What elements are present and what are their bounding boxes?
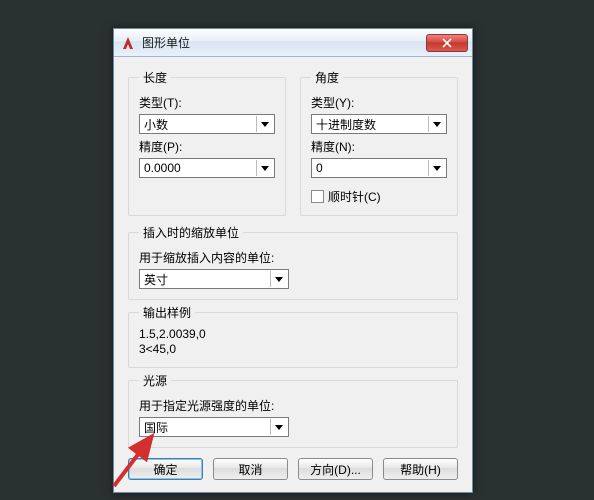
button-row: 确定 取消 方向(D)... 帮助(H) bbox=[128, 458, 458, 480]
close-icon bbox=[442, 38, 452, 48]
close-button[interactable] bbox=[426, 34, 468, 52]
angle-legend: 角度 bbox=[311, 69, 343, 86]
lighting-group: 光源 用于指定光源强度的单位: 国际 bbox=[128, 372, 458, 448]
chevron-down-icon bbox=[270, 271, 286, 287]
units-dialog: 图形单位 长度 类型(T): 小数 精度(P): 0.0000 bbox=[113, 28, 473, 493]
clockwise-row: 顺时针(C) bbox=[311, 188, 447, 205]
lighting-value: 国际 bbox=[144, 419, 168, 436]
chevron-down-icon bbox=[270, 419, 286, 435]
angle-type-value: 十进制度数 bbox=[316, 116, 376, 133]
ok-button[interactable]: 确定 bbox=[128, 458, 203, 480]
sample-legend: 输出样例 bbox=[139, 304, 195, 321]
dialog-title: 图形单位 bbox=[142, 34, 190, 51]
cancel-button[interactable]: 取消 bbox=[213, 458, 288, 480]
angle-group: 角度 类型(Y): 十进制度数 精度(N): 0 顺时针(C) bbox=[300, 69, 458, 216]
help-label: 帮助(H) bbox=[400, 461, 441, 478]
sample-output: 1.5,2.0039,0 3<45,0 bbox=[139, 327, 447, 357]
length-type-label: 类型(T): bbox=[139, 94, 275, 111]
insert-scale-value: 英寸 bbox=[144, 271, 168, 288]
insert-scale-desc: 用于缩放插入内容的单位: bbox=[139, 249, 447, 266]
clockwise-label: 顺时针(C) bbox=[328, 188, 381, 205]
help-button[interactable]: 帮助(H) bbox=[383, 458, 458, 480]
titlebar[interactable]: 图形单位 bbox=[114, 29, 472, 57]
length-legend: 长度 bbox=[139, 69, 171, 86]
direction-button[interactable]: 方向(D)... bbox=[298, 458, 373, 480]
sample-group: 输出样例 1.5,2.0039,0 3<45,0 bbox=[128, 304, 458, 368]
length-precision-select[interactable]: 0.0000 bbox=[139, 158, 275, 178]
chevron-down-icon bbox=[428, 160, 444, 176]
angle-type-label: 类型(Y): bbox=[311, 94, 447, 111]
chevron-down-icon bbox=[428, 116, 444, 132]
lighting-desc: 用于指定光源强度的单位: bbox=[139, 397, 447, 414]
angle-precision-label: 精度(N): bbox=[311, 138, 447, 155]
length-group: 长度 类型(T): 小数 精度(P): 0.0000 bbox=[128, 69, 286, 216]
angle-precision-value: 0 bbox=[316, 161, 323, 175]
ok-label: 确定 bbox=[153, 461, 177, 478]
insert-scale-legend: 插入时的缩放单位 bbox=[139, 224, 243, 241]
chevron-down-icon bbox=[256, 160, 272, 176]
lighting-legend: 光源 bbox=[139, 372, 171, 389]
lighting-select[interactable]: 国际 bbox=[139, 417, 289, 437]
autocad-icon bbox=[120, 35, 136, 51]
cancel-label: 取消 bbox=[238, 461, 262, 478]
length-type-select[interactable]: 小数 bbox=[139, 114, 275, 134]
angle-precision-select[interactable]: 0 bbox=[311, 158, 447, 178]
length-precision-value: 0.0000 bbox=[144, 161, 181, 175]
clockwise-checkbox[interactable] bbox=[311, 190, 324, 203]
insert-scale-group: 插入时的缩放单位 用于缩放插入内容的单位: 英寸 bbox=[128, 224, 458, 300]
insert-scale-select[interactable]: 英寸 bbox=[139, 269, 289, 289]
length-type-value: 小数 bbox=[144, 116, 168, 133]
length-precision-label: 精度(P): bbox=[139, 138, 275, 155]
chevron-down-icon bbox=[256, 116, 272, 132]
direction-label: 方向(D)... bbox=[310, 461, 361, 478]
dialog-content: 长度 类型(T): 小数 精度(P): 0.0000 角度 类型(Y): 十进制… bbox=[114, 57, 472, 492]
angle-type-select[interactable]: 十进制度数 bbox=[311, 114, 447, 134]
